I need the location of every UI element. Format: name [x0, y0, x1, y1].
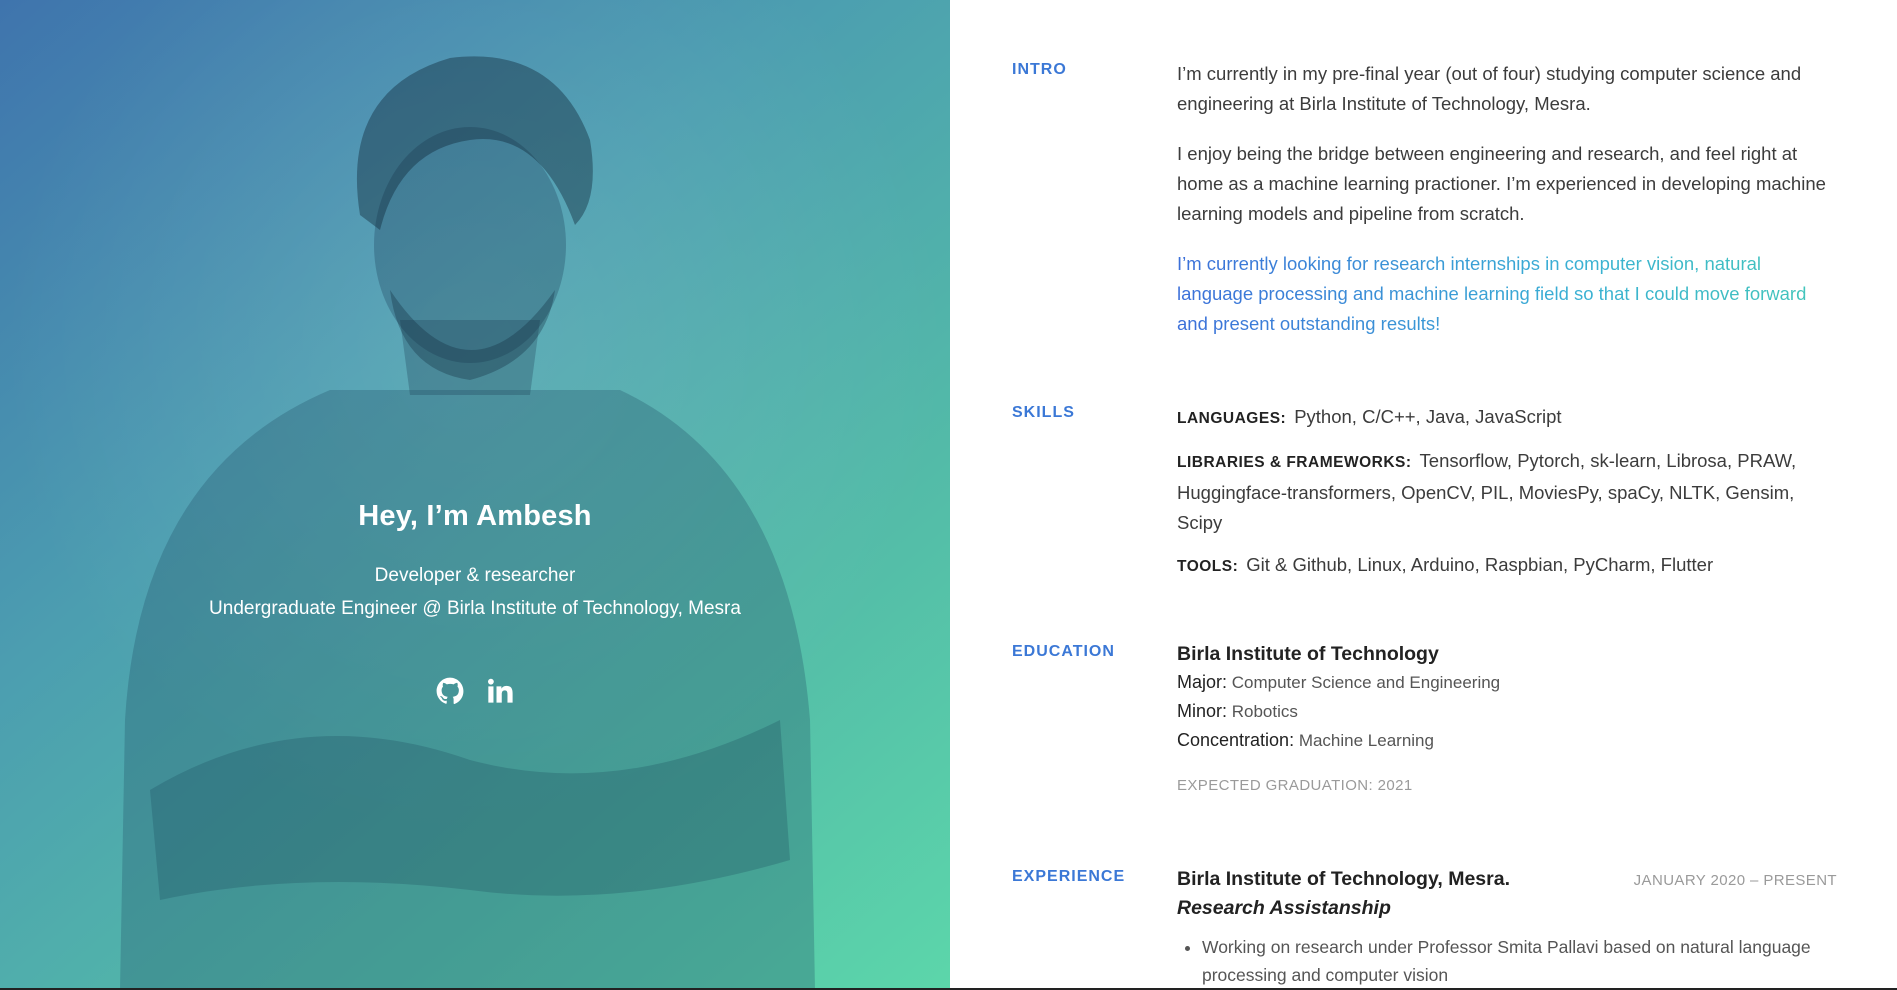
intro-label: INTRO: [1012, 61, 1067, 78]
experience-label: EXPERIENCE: [1012, 868, 1126, 885]
hero-affiliation: Undergraduate Engineer @ Birla Institute…: [209, 598, 741, 619]
intro-body: I’m currently in my pre-final year (out …: [1177, 59, 1837, 359]
education-label: EDUCATION: [1012, 643, 1115, 660]
education-body: Birla Institute of Technology Major: Com…: [1177, 640, 1837, 794]
graduation-date: EXPECTED GRADUATION: 2021: [1177, 777, 1413, 794]
edu-value: Computer Science and Engineering: [1231, 673, 1501, 692]
intro-paragraph: I’m currently in my pre-final year (out …: [1177, 63, 1802, 114]
skill-languages: LANGUAGES: Python, C/C++, Java, JavaScrip…: [1177, 402, 1837, 434]
hero-text: Hey, I’m Ambesh Developer & researcher U…: [0, 500, 950, 706]
experience-header: Birla Institute of Technology, Mesra. JA…: [1177, 865, 1837, 893]
github-icon[interactable]: [435, 676, 465, 706]
experience-org: Birla Institute of Technology, Mesra.: [1177, 868, 1510, 890]
profile-photo: [0, 0, 950, 990]
intro-highlight: I’m currently looking for research inter…: [1177, 249, 1837, 339]
skill-key: LANGUAGES:: [1177, 410, 1287, 427]
education-minor: Minor: Robotics: [1177, 697, 1837, 726]
edu-value: Robotics: [1231, 702, 1298, 721]
experience-role: Research Assistanship: [1177, 897, 1391, 919]
resume-content: INTRO I’m currently in my pre-final year…: [950, 0, 1897, 990]
edu-key: Minor:: [1177, 701, 1228, 721]
school-name: Birla Institute of Technology: [1177, 643, 1439, 665]
edu-key: Major:: [1177, 672, 1228, 692]
education-concentration: Concentration: Machine Learning: [1177, 726, 1837, 755]
skill-key: LIBRARIES & FRAMEWORKS:: [1177, 454, 1412, 471]
social-links: [0, 676, 950, 706]
list-item: Working on research under Professor Smit…: [1202, 933, 1837, 989]
skill-key: TOOLS:: [1177, 558, 1239, 575]
hero-subtitle: Developer & researcher: [374, 565, 576, 586]
skill-libraries: LIBRARIES & FRAMEWORKS: Tensorflow, Pytor…: [1177, 446, 1837, 538]
edu-value: Machine Learning: [1298, 731, 1434, 750]
skill-value: Python, C/C++, Java, JavaScript: [1294, 406, 1562, 427]
experience-body: Birla Institute of Technology, Mesra. JA…: [1177, 865, 1837, 989]
hero-title: Hey, I’m Ambesh: [358, 500, 592, 532]
linkedin-icon[interactable]: [485, 676, 515, 706]
skills-label: SKILLS: [1012, 404, 1075, 421]
hero-panel: Hey, I’m Ambesh Developer & researcher U…: [0, 0, 950, 990]
experience-bullets: Working on research under Professor Smit…: [1177, 933, 1837, 989]
intro-paragraph: I enjoy being the bridge between enginee…: [1177, 143, 1826, 224]
edu-key: Concentration:: [1177, 730, 1295, 750]
education-major: Major: Computer Science and Engineering: [1177, 668, 1837, 697]
experience-date: JANUARY 2020 – PRESENT: [1633, 872, 1837, 889]
skills-body: LANGUAGES: Python, C/C++, Java, JavaScrip…: [1177, 402, 1837, 594]
skill-value: Git & Github, Linux, Arduino, Raspbian, …: [1246, 554, 1714, 575]
skill-tools: TOOLS: Git & Github, Linux, Arduino, Rasp…: [1177, 550, 1837, 582]
